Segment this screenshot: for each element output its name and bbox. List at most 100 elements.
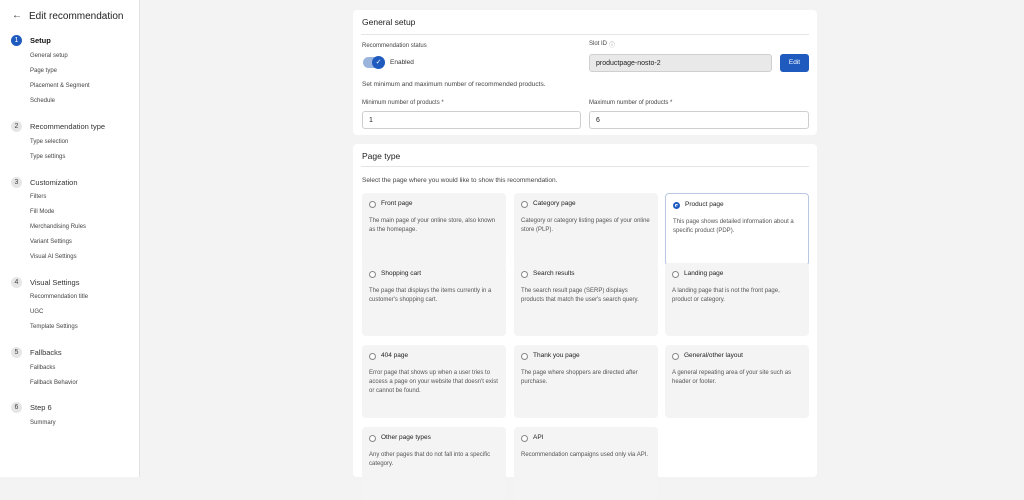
option-description: Category or category listing pages of yo…	[521, 218, 650, 233]
option-title: Product page	[685, 201, 724, 208]
option-title: Shopping cart	[381, 270, 422, 277]
status-value: Enabled	[390, 59, 414, 66]
option-description: A landing page that is not the front pag…	[672, 288, 780, 303]
radio-button[interactable]	[521, 271, 528, 278]
step-6[interactable]: 6 Step 6	[11, 402, 52, 413]
status-toggle[interactable]: ✓	[363, 56, 385, 69]
step-label: Setup	[30, 36, 51, 45]
sidebar: ← Edit recommendation 1 Setup General se…	[0, 0, 140, 477]
step-label: Recommendation type	[30, 122, 106, 131]
step-visual-settings[interactable]: 4 Visual Settings	[11, 277, 79, 288]
option-title: API	[533, 434, 544, 441]
option-description: The page where shoppers are directed aft…	[521, 370, 638, 385]
min-products-input[interactable]: 1	[362, 111, 581, 129]
radio-button[interactable]	[369, 435, 376, 442]
option-description: A general repeating area of your site su…	[672, 370, 792, 385]
page-title: Edit recommendation	[29, 11, 124, 22]
radio-button-selected[interactable]	[673, 202, 680, 209]
page-type-title: Page type	[362, 151, 401, 161]
sub-step-general-setup[interactable]: General setup	[30, 53, 68, 59]
min-products-label: Minimum number of products *	[362, 100, 444, 106]
step-number: 5	[11, 347, 22, 358]
radio-button[interactable]	[369, 353, 376, 360]
slot-id-label: Slot ID	[589, 41, 608, 47]
radio-button[interactable]	[672, 271, 679, 278]
divider	[361, 34, 809, 35]
option-category-page[interactable]: Category page Category or category listi…	[514, 193, 658, 266]
sub-step-type-settings[interactable]: Type settings	[30, 154, 65, 160]
step-recommendation-type[interactable]: 2 Recommendation type	[11, 121, 105, 132]
option-description: The search result page (SERP) displays p…	[521, 288, 639, 303]
sub-step-fallbacks[interactable]: Fallbacks	[30, 365, 55, 371]
option-description: This page shows detailed information abo…	[673, 219, 794, 234]
option-search-results[interactable]: Search results The search result page (S…	[514, 263, 658, 336]
page-type-hint: Select the page where you would like to …	[362, 177, 558, 184]
option-title: Category page	[533, 200, 576, 207]
radio-button[interactable]	[369, 271, 376, 278]
radio-button[interactable]	[369, 201, 376, 208]
option-thank-you-page[interactable]: Thank you page The page where shoppers a…	[514, 345, 658, 418]
page-type-card: Page type Select the page where you woul…	[353, 144, 817, 500]
step-label: Fallbacks	[30, 348, 62, 357]
divider	[361, 166, 809, 167]
sub-step-placement[interactable]: Placement & Segment	[30, 83, 90, 89]
option-description: Any other pages that do not fall into a …	[369, 452, 491, 467]
option-general-other-layout[interactable]: General/other layout A general repeating…	[665, 345, 809, 418]
option-other-page-types[interactable]: Other page types Any other pages that do…	[362, 427, 506, 500]
sub-step-template-settings[interactable]: Template Settings	[30, 324, 78, 330]
status-label: Recommendation status	[362, 43, 427, 49]
general-setup-card: General setup Recommendation status ✓ En…	[353, 10, 817, 135]
step-label: Visual Settings	[30, 278, 80, 287]
sub-step-filters[interactable]: Filters	[30, 194, 46, 200]
option-title: Thank you page	[533, 352, 580, 359]
option-title: General/other layout	[684, 352, 743, 359]
option-404-page[interactable]: 404 page Error page that shows up when a…	[362, 345, 506, 418]
sub-step-recommendation-title[interactable]: Recommendation title	[30, 294, 88, 300]
option-description: Error page that shows up when a user tri…	[369, 370, 498, 394]
radio-button[interactable]	[521, 201, 528, 208]
edit-button[interactable]: Edit	[780, 54, 809, 72]
option-title: Front page	[381, 200, 413, 207]
step-label: Step 6	[30, 403, 52, 412]
sub-step-type-selection[interactable]: Type selection	[30, 139, 68, 145]
check-icon: ✓	[372, 56, 385, 69]
radio-button[interactable]	[521, 435, 528, 442]
general-setup-title: General setup	[362, 17, 416, 27]
max-products-input[interactable]: 6	[589, 111, 809, 129]
option-description: The main page of your online store, also…	[369, 218, 496, 233]
back-arrow-icon[interactable]: ←	[12, 10, 22, 21]
step-fallbacks[interactable]: 5 Fallbacks	[11, 347, 62, 358]
option-title: Other page types	[381, 434, 431, 441]
option-front-page[interactable]: Front page The main page of your online …	[362, 193, 506, 266]
step-setup[interactable]: 1 Setup	[11, 35, 51, 46]
sub-step-fallback-behavior[interactable]: Fallback Behavior	[30, 380, 78, 386]
radio-button[interactable]	[672, 353, 679, 360]
sub-step-visual-ai-settings[interactable]: Visual AI Settings	[30, 254, 77, 260]
step-number: 4	[11, 277, 22, 288]
step-number: 6	[11, 402, 22, 413]
option-shopping-cart[interactable]: Shopping cart The page that displays the…	[362, 263, 506, 336]
sub-step-fill-mode[interactable]: Fill Mode	[30, 209, 54, 215]
step-label: Customization	[30, 178, 78, 187]
step-number: 3	[11, 177, 22, 188]
sub-step-merchandising-rules[interactable]: Merchandising Rules	[30, 224, 86, 230]
sub-step-page-type[interactable]: Page type	[30, 68, 57, 74]
slot-id-field: productpage-nosto-2	[589, 54, 772, 72]
option-api[interactable]: API Recommendation campaigns used only v…	[514, 427, 658, 500]
products-hint: Set minimum and maximum number of recomm…	[362, 81, 546, 88]
sub-step-summary[interactable]: Summary	[30, 420, 56, 426]
option-landing-page[interactable]: Landing page A landing page that is not …	[665, 263, 809, 336]
option-description: Recommendation campaigns used only via A…	[521, 452, 649, 458]
sub-step-ugc[interactable]: UGC	[30, 309, 43, 315]
option-description: The page that displays the items current…	[369, 288, 492, 303]
sub-step-variant-settings[interactable]: Variant Settings	[30, 239, 72, 245]
step-customization[interactable]: 3 Customization	[11, 177, 78, 188]
sub-step-schedule[interactable]: Schedule	[30, 98, 55, 104]
step-number: 2	[11, 121, 22, 132]
option-title: 404 page	[381, 352, 409, 359]
option-title: Search results	[533, 270, 575, 277]
option-product-page[interactable]: Product page This page shows detailed in…	[665, 193, 809, 266]
option-title: Landing page	[684, 270, 724, 277]
info-icon[interactable]: ⓘ	[609, 40, 615, 49]
radio-button[interactable]	[521, 353, 528, 360]
